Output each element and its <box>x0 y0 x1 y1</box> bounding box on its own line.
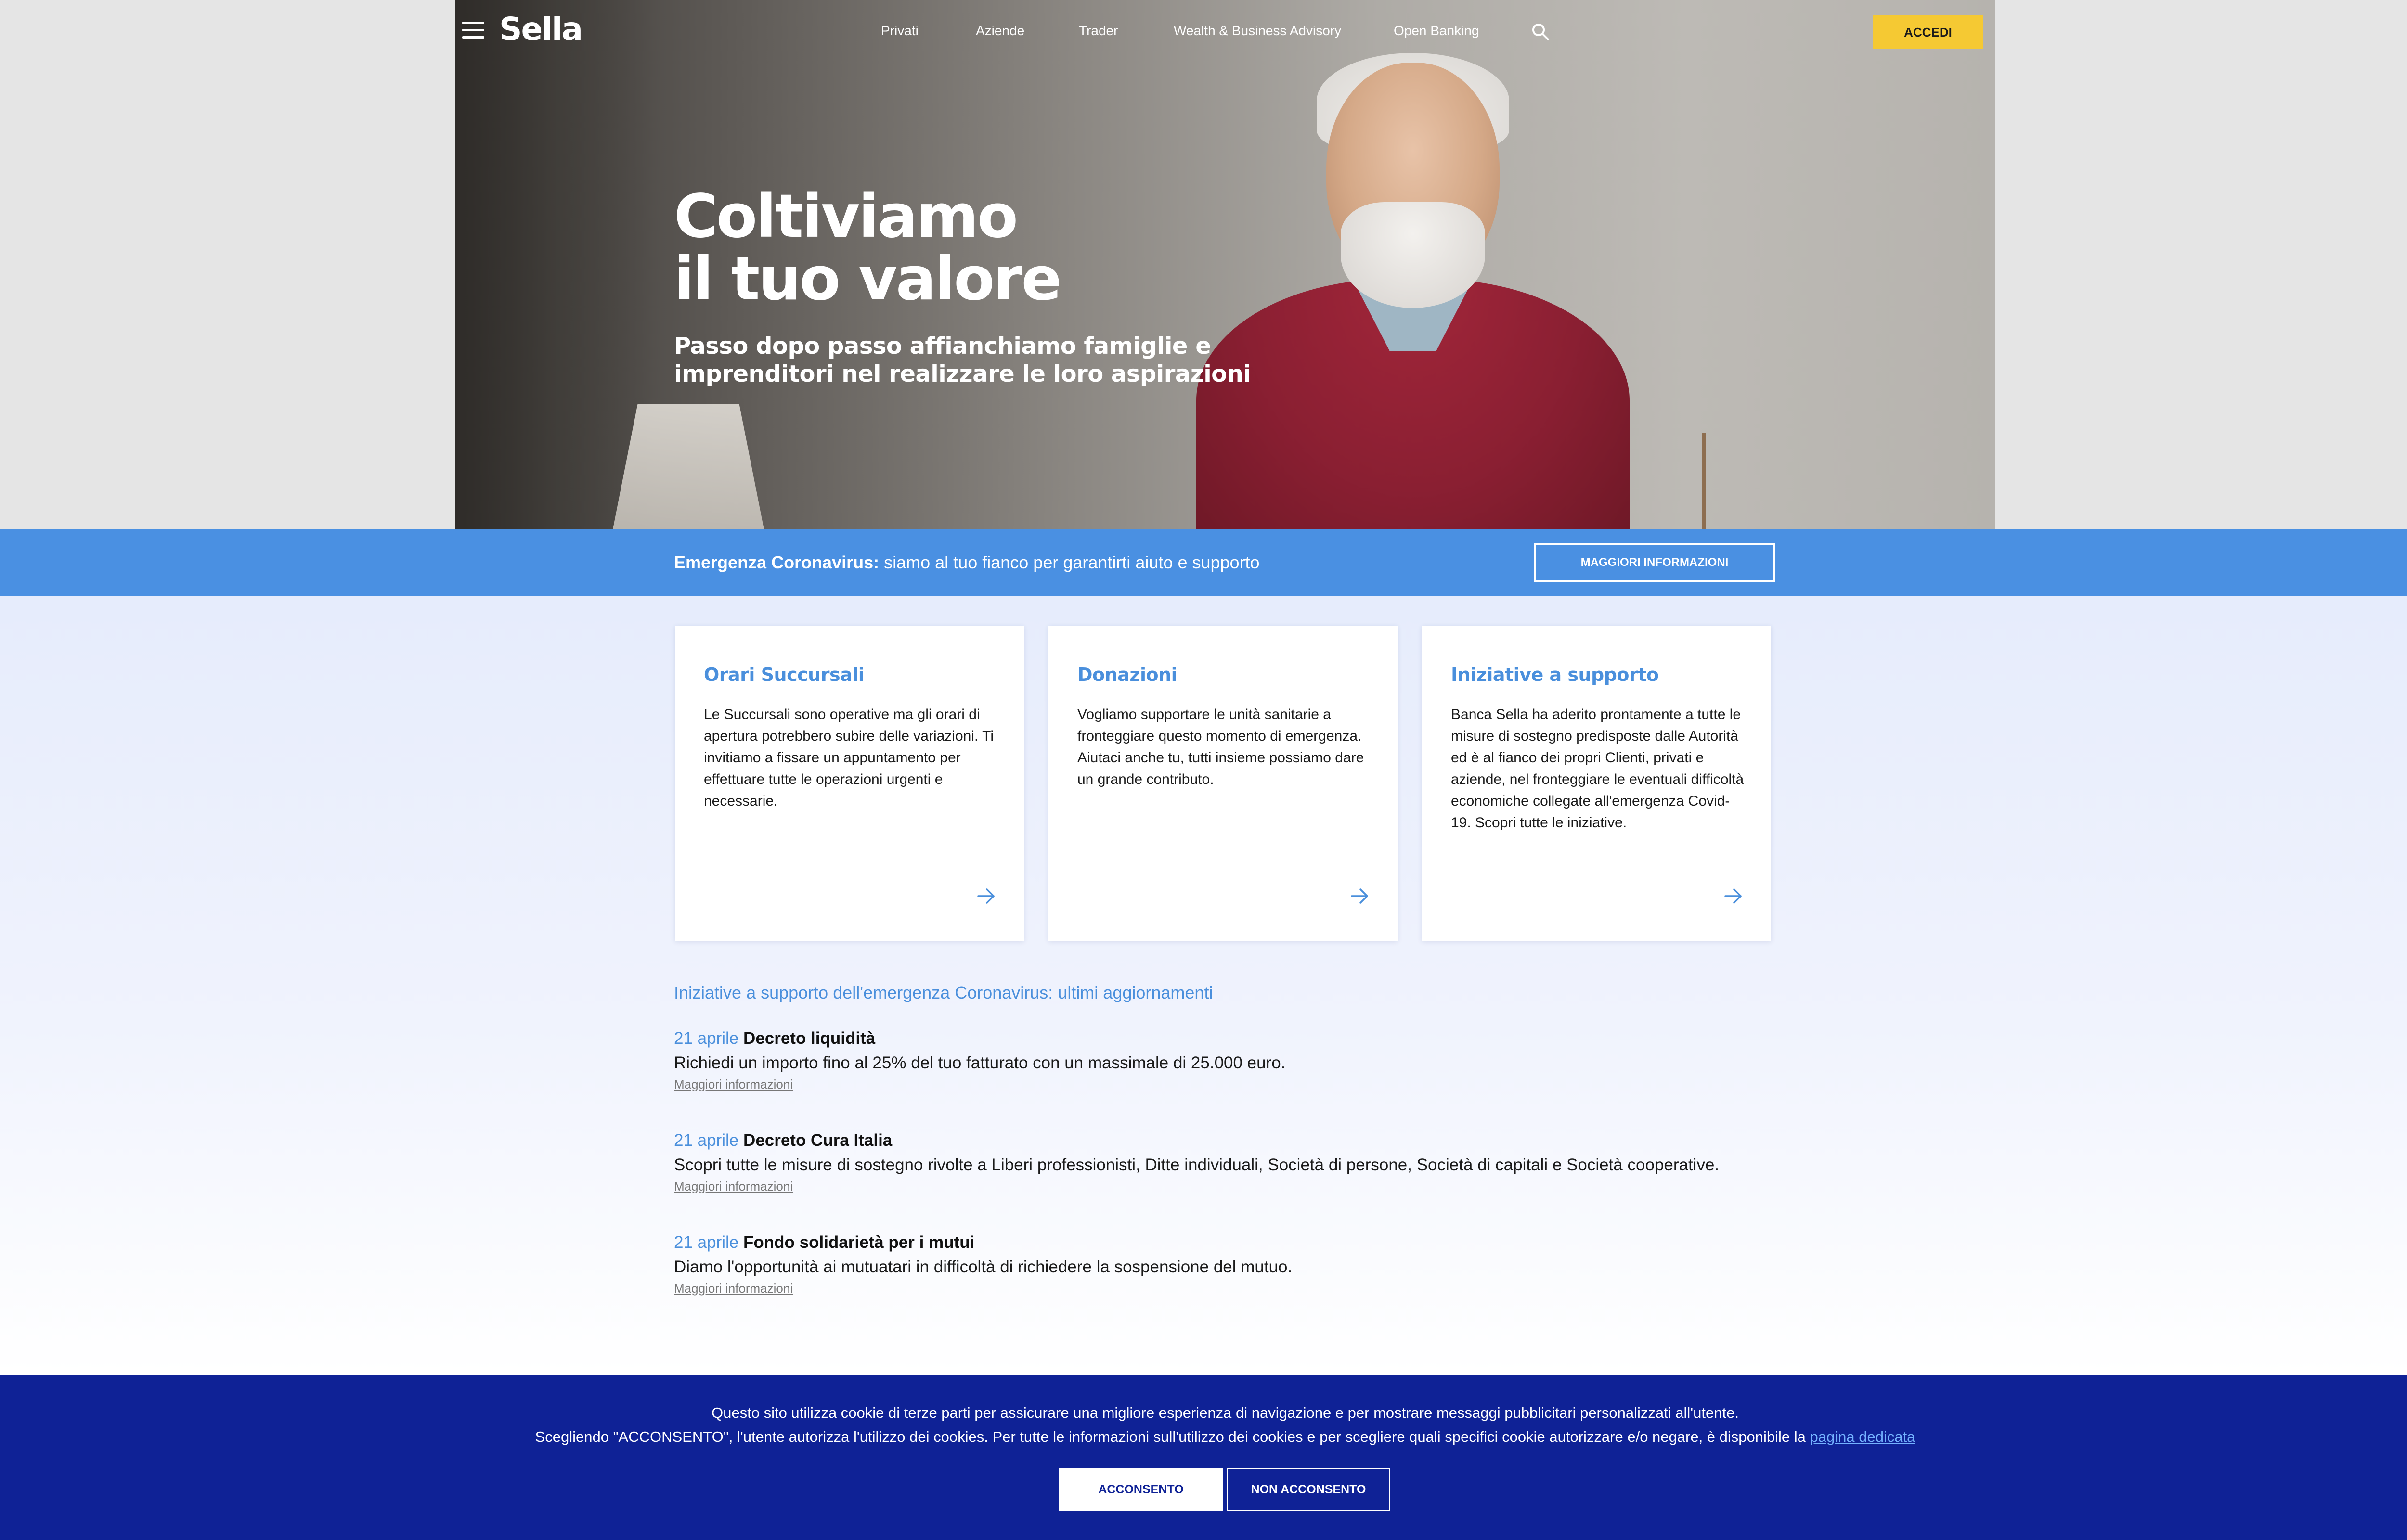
cookie-banner <box>0 1375 2407 1540</box>
card-body: Banca Sella ha aderito prontamente a tut… <box>1451 706 1744 831</box>
update-date: 21 aprile <box>674 1029 739 1048</box>
update-description: Diamo l'opportunità ai mutuatari in diff… <box>674 1258 1293 1276</box>
hero-plant-image <box>1702 433 1706 529</box>
nav-item-wealth-business-advisory[interactable]: Wealth & Business Advisory <box>1174 23 1341 38</box>
update-description: Richiedi un importo fino al 25% del tuo … <box>674 1053 1286 1072</box>
card-donazioni[interactable]: Donazioni Vogliamo supportare le unità s… <box>1048 626 1398 941</box>
accedi-button[interactable]: ACCEDI <box>1873 15 1983 49</box>
more-info-button[interactable]: MAGGIORI INFORMAZIONI <box>1534 543 1775 582</box>
hero-sub-line2: imprenditori nel realizzare le loro aspi… <box>674 360 1251 387</box>
card-title: Donazioni <box>1077 664 1178 685</box>
updates-title: Iniziative a supporto dell'emergenza Cor… <box>674 983 1213 1002</box>
accept-cookies-button[interactable]: ACCONSENTO <box>1059 1468 1223 1511</box>
arrow-right-icon[interactable] <box>1722 885 1745 907</box>
card-body: Le Succursali sono operative ma gli orar… <box>704 706 994 809</box>
cookie-text-line2: Scegliendo "ACCONSENTO", l'utente autori… <box>0 1428 2407 1446</box>
card-iniziative-a-supporto[interactable]: Iniziative a supporto Banca Sella ha ade… <box>1422 626 1771 941</box>
hero-person-image <box>1196 53 1630 529</box>
arrow-right-icon[interactable] <box>1349 885 1371 907</box>
coronavirus-banner-message: siamo al tuo fianco per garantirti aiuto… <box>879 552 1260 572</box>
hero-background <box>455 0 657 529</box>
update-date: 21 aprile <box>674 1233 739 1252</box>
hero-heading-line1: Coltiviamo <box>674 182 1018 251</box>
cookie-text-line1: Questo sito utilizza cookie di terze par… <box>712 1404 1739 1421</box>
reject-cookies-button[interactable]: NON ACCONSENTO <box>1227 1468 1390 1511</box>
hero-subheading: Passo dopo passo affianchiamo famiglie e… <box>674 332 1252 388</box>
card-title: Iniziative a supporto <box>1451 664 1659 685</box>
update-more-info-link[interactable]: Maggiori informazioni <box>674 1281 793 1296</box>
coronavirus-banner-bold: Emergenza Coronavirus: <box>674 552 880 572</box>
update-item-decreto-liquidita: 21 aprile Decreto liquidità Richiedi un … <box>674 1028 1829 1092</box>
update-item-decreto-cura-italia: 21 aprile Decreto Cura Italia Scopri tut… <box>674 1130 1829 1194</box>
update-name: Decreto liquidità <box>743 1029 876 1048</box>
update-date: 21 aprile <box>674 1131 739 1150</box>
nav-item-open-banking[interactable]: Open Banking <box>1394 23 1479 38</box>
hero-sub-line1: Passo dopo passo affianchiamo famiglie e <box>674 333 1211 359</box>
nav-item-aziende[interactable]: Aziende <box>976 23 1024 38</box>
search-icon[interactable] <box>1531 22 1550 41</box>
update-item-fondo-solidarieta: 21 aprile Fondo solidarietà per i mutui … <box>674 1232 1829 1296</box>
card-orari-succursali[interactable]: Orari Succursali Le Succursali sono oper… <box>675 626 1024 941</box>
hero-heading: Coltiviamo il tuo valore <box>674 185 1204 310</box>
hero-section: Coltiviamo il tuo valore Passo dopo pass… <box>455 0 1995 529</box>
site-header: Sella Privati Aziende Trader Wealth & Bu… <box>455 0 1995 63</box>
update-more-info-link[interactable]: Maggiori informazioni <box>674 1077 793 1092</box>
arrow-right-icon[interactable] <box>975 885 997 907</box>
cookie-policy-link[interactable]: pagina dedicata <box>1810 1428 1915 1445</box>
update-description: Scopri tutte le misure di sostegno rivol… <box>674 1155 1720 1174</box>
update-name: Decreto Cura Italia <box>743 1131 893 1150</box>
cookie-text-line2-body: Scegliendo "ACCONSENTO", l'utente autori… <box>535 1428 1810 1445</box>
nav-item-privati[interactable]: Privati <box>881 23 919 38</box>
update-name: Fondo solidarietà per i mutui <box>743 1233 975 1252</box>
card-title: Orari Succursali <box>704 664 865 685</box>
nav-item-trader[interactable]: Trader <box>1079 23 1118 38</box>
coronavirus-banner-text: Emergenza Coronavirus: siamo al tuo fian… <box>674 552 1260 573</box>
card-body: Vogliamo supportare le unità sanitarie a… <box>1077 706 1364 787</box>
update-more-info-link[interactable]: Maggiori informazioni <box>674 1179 793 1194</box>
menu-icon[interactable] <box>462 22 484 39</box>
hero-heading-line2: il tuo valore <box>674 244 1062 314</box>
sella-logo[interactable]: Sella <box>499 11 583 48</box>
